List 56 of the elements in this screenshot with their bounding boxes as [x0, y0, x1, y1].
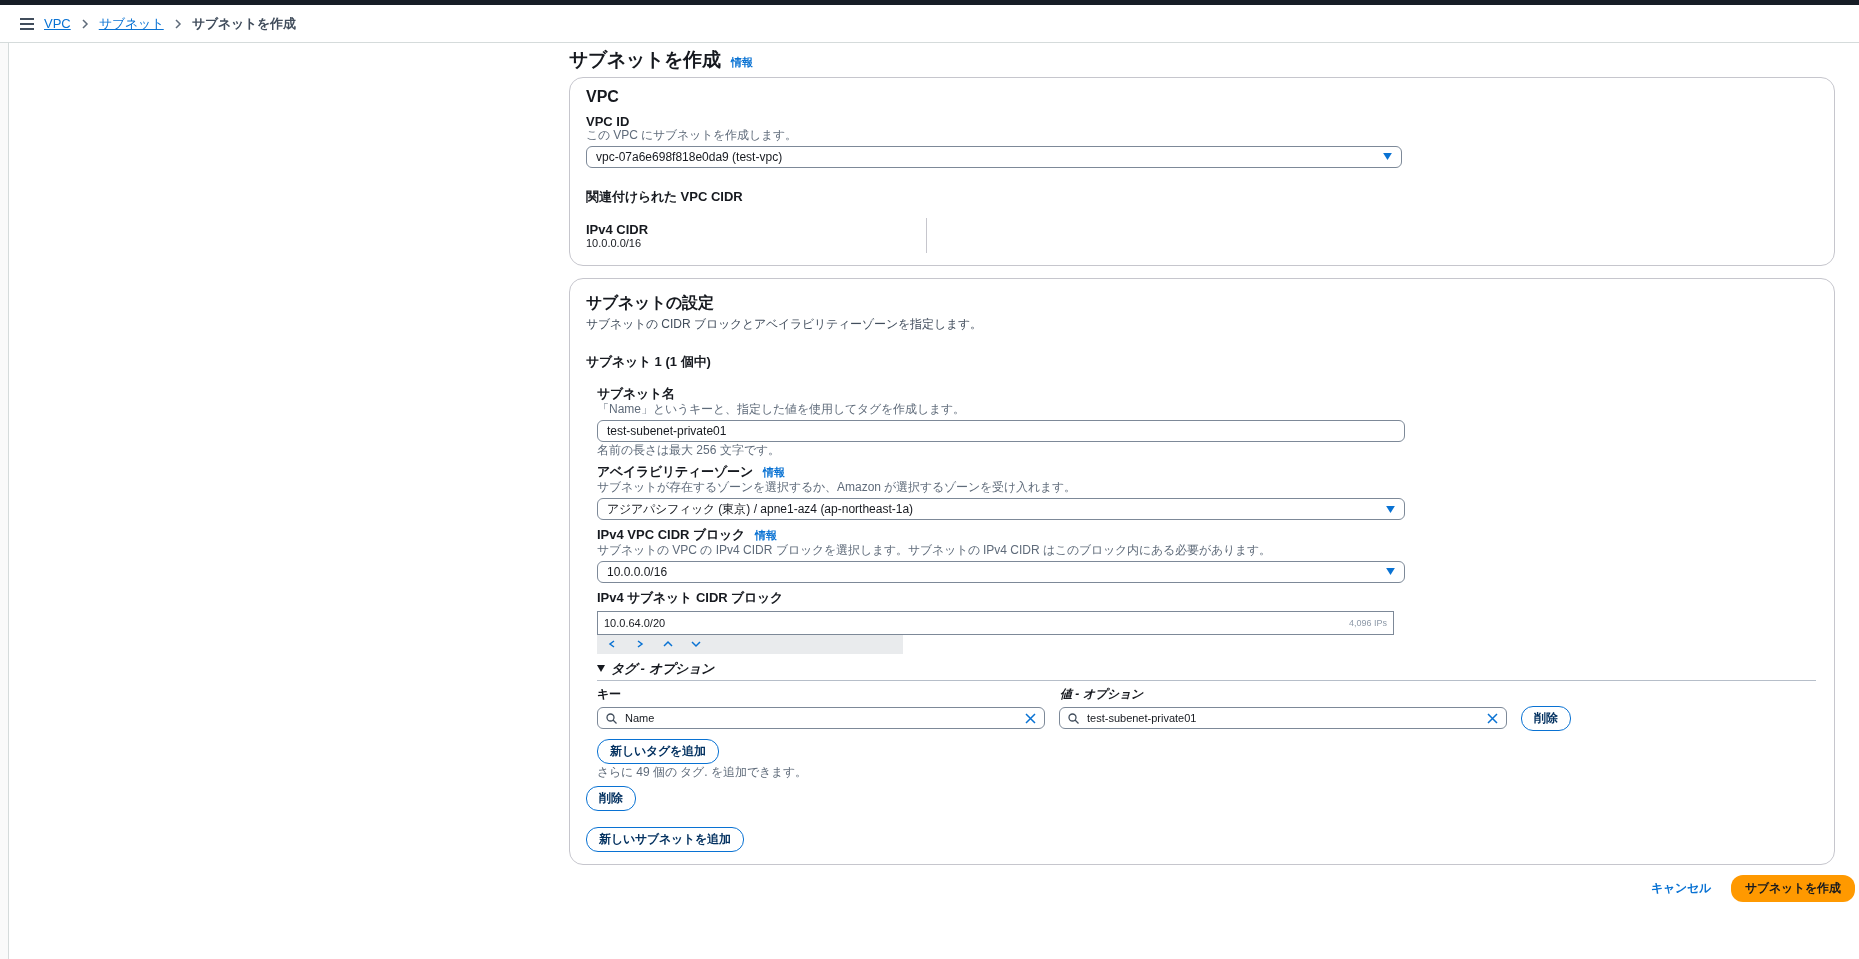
remove-button[interactable]: 削除	[1521, 706, 1571, 731]
field-label: IPv4 VPC CIDR ブロック	[597, 526, 746, 544]
add-tag-button[interactable]: 新しいタグを追加	[597, 739, 719, 764]
subnet-heading: サブネット 1 (1 個中)	[586, 352, 712, 371]
column-label: 値 - オプション	[1060, 686, 1143, 703]
breadcrumb-link[interactable]: VPC	[44, 16, 71, 31]
cidr-field[interactable]: 10.0.64.0/20 4,096 IPs	[597, 611, 1394, 635]
field-label: VPC ID	[586, 114, 631, 129]
caret-icon	[1386, 568, 1395, 576]
remove-button[interactable]: 削除	[586, 785, 636, 811]
caret-icon	[1386, 505, 1395, 513]
create-button[interactable]: サブネットを作成	[1731, 874, 1855, 902]
field-description: 「Name」というキーと、指定した値を使用してタグを作成します。	[597, 402, 966, 417]
cidr-label: IPv4 CIDR	[586, 221, 650, 237]
field-description: この VPC にサブネットを作成します。	[586, 129, 799, 143]
field-label: サブネット名	[597, 384, 675, 403]
select-field[interactable]: 10.0.0.0/16	[597, 561, 1405, 583]
chevron-left-icon[interactable]	[607, 640, 617, 649]
vpc-select[interactable]: vpc-07a6e698f818e0da9 (test-vpc)	[586, 145, 1402, 168]
chevron-right-icon	[80, 18, 89, 29]
field-label: IPv4 サブネット CIDR ブロック	[597, 589, 784, 607]
info-link[interactable]: 情報	[731, 55, 753, 70]
subheading: 関連付けられた VPC CIDR	[586, 187, 744, 206]
cancel-button[interactable]: キャンセル	[1645, 878, 1717, 898]
section-title: サブネットの設定	[586, 292, 715, 313]
field-description: サブネットが存在するゾーンを選択するか、Amazon が選択するゾーンを受け入れます。	[597, 481, 1078, 496]
menu-icon	[20, 17, 34, 30]
tags-section-title[interactable]: タグ - オプション	[611, 660, 714, 678]
search-field[interactable]: test-subenet-private01	[1059, 707, 1507, 730]
info-link[interactable]: 情報	[755, 528, 778, 544]
search-icon	[606, 713, 617, 724]
chevron-right-icon	[173, 18, 182, 29]
add-subnet-button[interactable]: 新しいサブネットを追加	[586, 826, 744, 852]
search-icon	[1068, 713, 1079, 724]
close-icon[interactable]	[1025, 713, 1036, 724]
breadcrumb-current: サブネットを作成	[191, 14, 296, 33]
breadcrumb-link[interactable]: サブネット	[98, 14, 164, 33]
section-title: VPC	[586, 88, 620, 106]
chevron-down-icon[interactable]	[691, 640, 701, 649]
chevron-right-icon[interactable]	[635, 640, 645, 649]
field-description: サブネットの VPC の IPv4 CIDR ブロックを選択します。サブネットの IPv4 CIDR はこのブロック内にある必要があります。	[597, 544, 1273, 558]
page-title: サブネットを作成	[569, 48, 721, 72]
field-hint: 名前の長さは最大 256 文字です。	[597, 443, 781, 458]
close-icon[interactable]	[1487, 713, 1498, 724]
text-field[interactable]: test-subenet-private01	[597, 419, 1405, 442]
tags-hint: さらに 49 個の タグ. を追加できます。	[597, 766, 809, 780]
search-field[interactable]: Name	[597, 707, 1045, 730]
column-label: キー	[597, 686, 622, 703]
cidr-value: 10.0.0.0/16	[586, 236, 643, 249]
chevron-up-icon[interactable]	[663, 640, 673, 649]
ip-count: 4,096 IPs	[1348, 618, 1387, 628]
section-description: サブネットの CIDR ブロックとアベイラビリティーゾーンを指定します。	[586, 315, 983, 333]
select-field[interactable]: アジアパシフィック (東京) / apne1-az4 (ap-northeast-1a)	[597, 498, 1405, 521]
field-label: アベイラビリティーゾーン	[597, 463, 753, 481]
info-link[interactable]: 情報	[763, 465, 785, 481]
caret-icon	[1383, 153, 1392, 161]
